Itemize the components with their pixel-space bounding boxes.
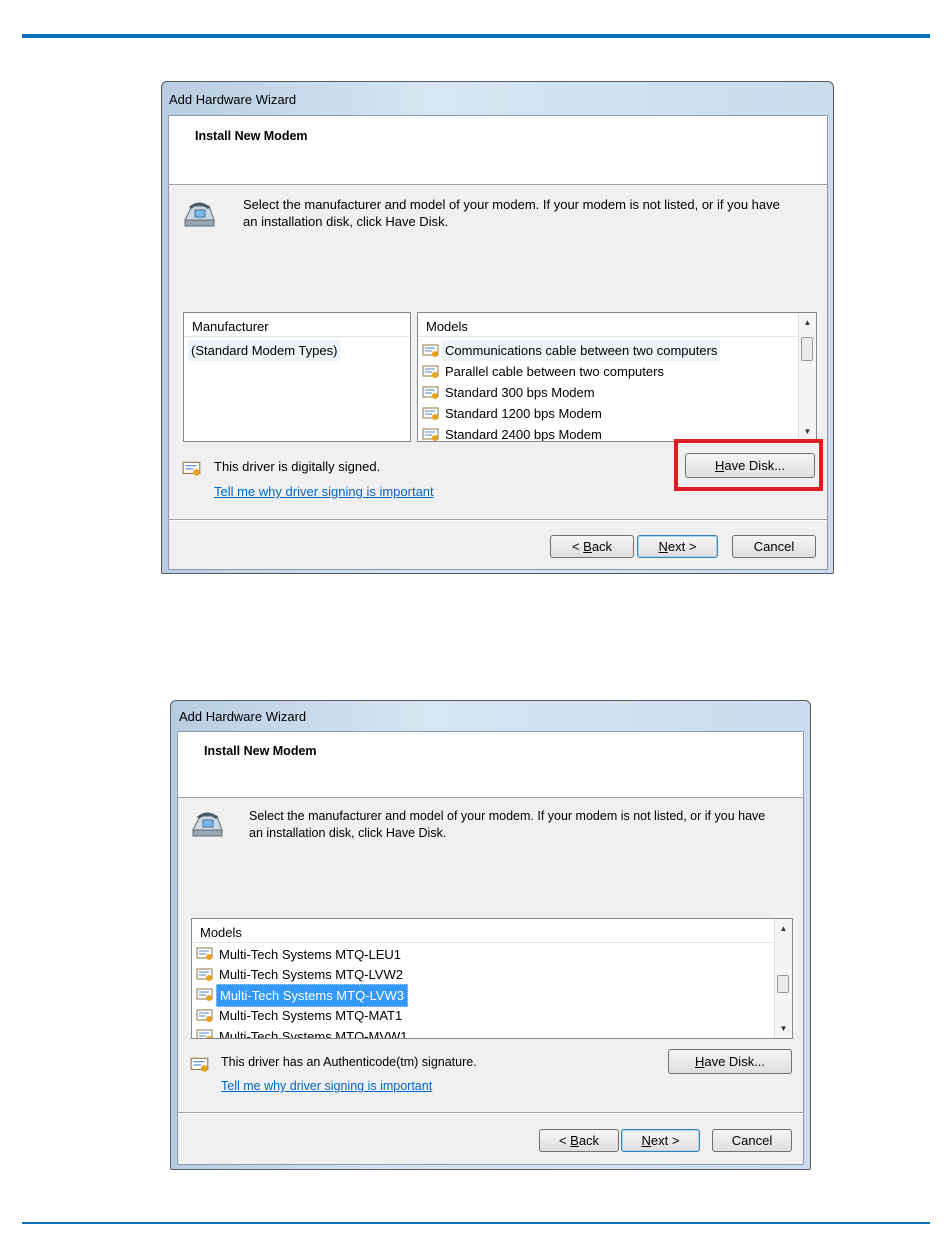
signature-status: This driver has an Authenticode(tm) sign… (221, 1055, 477, 1069)
models-scrollbar[interactable]: ▲ ▼ (798, 313, 816, 441)
bottom-rule (22, 1222, 930, 1224)
certificate-icon (196, 968, 213, 981)
window-title: Add Hardware Wizard (169, 92, 297, 107)
have-disk-highlight (674, 439, 823, 491)
instruction-text: Select the manufacturer and model of you… (243, 196, 823, 230)
models-header: Models (192, 919, 775, 943)
model-item[interactable]: Multi-Tech Systems MTQ-MAT1 (196, 1006, 792, 1027)
scroll-thumb[interactable] (777, 975, 789, 993)
models-scrollbar[interactable]: ▲ ▼ (774, 919, 792, 1038)
scroll-down-icon[interactable]: ▼ (775, 1020, 792, 1037)
certificate-icon (196, 1009, 213, 1022)
scroll-thumb[interactable] (801, 337, 813, 361)
cancel-button[interactable]: Cancel (732, 535, 816, 558)
certificate-icon (422, 428, 439, 441)
cancel-button[interactable]: Cancel (712, 1129, 792, 1152)
instruction-line-2: an installation disk, click Have Disk. (243, 214, 449, 229)
next-button[interactable]: Next > (637, 535, 718, 558)
certificate-icon (196, 947, 213, 961)
model-item[interactable]: Multi-Tech Systems MTQ-MVW1 (196, 1026, 792, 1038)
models-list[interactable]: Models Communications cable between two … (417, 312, 817, 442)
driver-signing-link[interactable]: Tell me why driver signing is important (221, 1079, 432, 1093)
models-list[interactable]: Models Multi-Tech Systems MTQ-LEU1 Multi… (191, 918, 793, 1039)
instruction-line-1: Select the manufacturer and model of you… (249, 809, 766, 823)
header-band: Install New Modem (169, 116, 827, 185)
certificate-icon (422, 386, 439, 399)
modem-icon (192, 812, 223, 837)
model-item[interactable]: Multi-Tech Systems MTQ-LEU1 (196, 944, 792, 965)
scroll-up-icon[interactable]: ▲ (775, 920, 792, 937)
model-item[interactable]: Multi-Tech Systems MTQ-LVW2 (196, 965, 792, 986)
next-button[interactable]: Next > (621, 1129, 700, 1152)
certificate-icon (196, 988, 213, 1002)
footer-separator (178, 1112, 803, 1114)
instruction-line-2: an installation disk, click Have Disk. (249, 826, 447, 840)
certificate-icon (422, 344, 439, 357)
back-button[interactable]: < Back (539, 1129, 619, 1152)
have-disk-button[interactable]: Have Disk... (668, 1049, 792, 1074)
certificate-icon (422, 407, 439, 420)
footer-separator (169, 519, 827, 521)
model-item[interactable]: Standard 1200 bps Modem (422, 403, 816, 424)
back-button[interactable]: < Back (550, 535, 634, 558)
modem-icon (184, 202, 215, 227)
certificate-icon (422, 365, 439, 378)
model-item[interactable]: Communications cable between two compute… (422, 340, 816, 361)
header-band: Install New Modem (178, 732, 803, 798)
certificate-icon (190, 1057, 209, 1072)
add-hardware-wizard-window-1: Add Hardware Wizard Install New Modem Se… (161, 81, 834, 574)
certificate-icon (182, 461, 201, 476)
model-item[interactable]: Standard 300 bps Modem (422, 382, 816, 403)
scroll-up-icon[interactable]: ▲ (799, 314, 816, 331)
scroll-down-icon[interactable]: ▼ (799, 423, 816, 440)
wizard-client-area: Install New Modem Select the manufacture… (168, 115, 828, 570)
window-title: Add Hardware Wizard (179, 709, 307, 724)
models-header: Models (418, 313, 799, 337)
manufacturer-item[interactable]: (Standard Modem Types) (188, 340, 410, 361)
add-hardware-wizard-window-2: Add Hardware Wizard Install New Modem Se… (170, 700, 811, 1170)
signature-status: This driver is digitally signed. (214, 459, 381, 474)
top-rule (22, 34, 930, 38)
model-item-selected[interactable]: Multi-Tech Systems MTQ-LVW3 (196, 983, 792, 1007)
instruction-line-1: Select the manufacturer and model of you… (243, 197, 780, 212)
instruction-text: Select the manufacturer and model of you… (249, 808, 801, 842)
manufacturer-header: Manufacturer (184, 313, 410, 337)
manufacturer-list[interactable]: Manufacturer (Standard Modem Types) (183, 312, 411, 442)
wizard-client-area: Install New Modem Select the manufacture… (177, 731, 804, 1165)
page-title: Install New Modem (195, 129, 308, 143)
model-item[interactable]: Parallel cable between two computers (422, 361, 816, 382)
driver-signing-link[interactable]: Tell me why driver signing is important (214, 484, 434, 499)
page-title: Install New Modem (204, 744, 317, 758)
certificate-icon (196, 1029, 213, 1038)
